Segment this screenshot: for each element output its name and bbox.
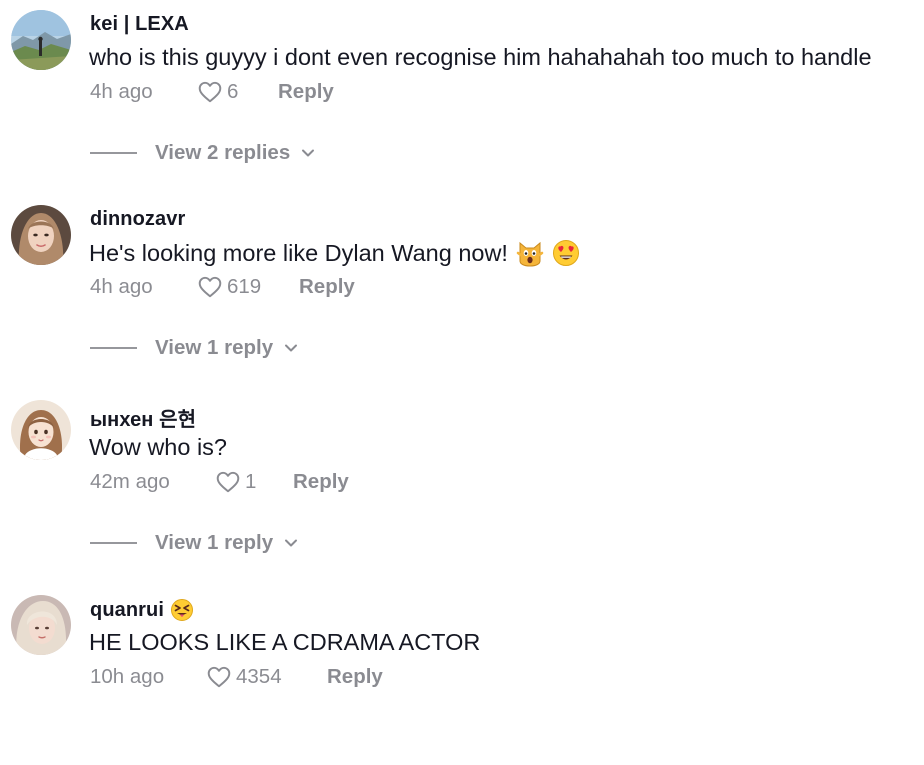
comment-username[interactable]: kei | LEXA <box>90 13 189 36</box>
woman-portrait-avatar[interactable] <box>11 205 71 265</box>
chevron-down-icon <box>285 539 298 547</box>
blonde-person-avatar[interactable] <box>11 595 71 655</box>
heart-icon <box>198 276 222 298</box>
view-replies-button[interactable]: View 2 replies <box>90 140 316 166</box>
like-button[interactable]: 4354 <box>206 664 282 690</box>
reply-button[interactable]: Reply <box>293 470 349 494</box>
view-replies-button[interactable]: View 1 reply <box>90 335 299 361</box>
like-count: 4354 <box>236 665 282 688</box>
comment-text: Wow who is? <box>89 434 227 461</box>
reply-button[interactable]: Reply <box>327 665 383 689</box>
comment-username[interactable]: dinnozavr <box>90 208 185 231</box>
comment-username[interactable]: ынхен 은현 <box>90 403 196 432</box>
heart-icon <box>216 471 240 493</box>
like-count: 619 <box>227 275 262 298</box>
heart-eyes-emoji <box>552 240 579 266</box>
comment-body: Wow who is? <box>89 434 228 460</box>
reply-button[interactable]: Reply <box>278 80 334 104</box>
divider-line <box>90 542 137 544</box>
heart-icon <box>198 81 222 103</box>
comment-text: HE LOOKS LIKE A CDRAMA ACTOR <box>89 629 480 656</box>
view-replies-label: View 1 reply <box>155 531 274 554</box>
view-replies-label: View 1 reply <box>155 336 274 359</box>
like-count: 1 <box>245 470 257 493</box>
comment-username[interactable]: quanrui <box>90 598 194 622</box>
heart-icon <box>207 666 231 688</box>
like-button[interactable]: 619 <box>197 274 261 300</box>
like-count: 6 <box>227 80 239 103</box>
scream-cat-emoji <box>516 241 544 267</box>
like-button[interactable]: 1 <box>215 469 256 495</box>
comment-text: He's looking more like Dylan Wang now! <box>89 239 580 267</box>
comment-item: quanrui HE LOOKS LIKE A CDRAMA ACTOR 10h… <box>0 585 924 765</box>
comment-text: who is this guyyy i dont even recognise … <box>89 44 872 71</box>
comment-time: 4h ago <box>90 80 153 103</box>
divider-line <box>90 152 137 154</box>
chevron-down-icon <box>302 149 315 157</box>
username-text[interactable]: quanrui <box>90 599 164 622</box>
view-replies-button[interactable]: View 1 reply <box>90 530 299 556</box>
comment-item: ынхен 은현 Wow who is? 42m ago 1 Reply Vie… <box>0 390 924 570</box>
divider-line <box>90 347 137 349</box>
comment-time: 42m ago <box>90 470 170 493</box>
chevron-down-icon <box>285 344 298 352</box>
mountain-landscape-avatar[interactable] <box>11 10 71 70</box>
username-text[interactable]: dinnozavr <box>90 208 185 231</box>
illustrated-girl-avatar[interactable] <box>11 400 71 460</box>
comment-time: 10h ago <box>90 665 165 688</box>
username-text[interactable]: ынхен 은현 <box>90 403 196 432</box>
comment-item: kei | LEXA who is this guyyy i dont even… <box>0 0 924 180</box>
like-button[interactable]: 6 <box>197 79 238 105</box>
reply-button[interactable]: Reply <box>299 275 355 299</box>
comment-time: 4h ago <box>90 275 153 298</box>
comment-body: He's looking more like Dylan Wang now! <box>89 239 508 266</box>
comment-body: HE LOOKS LIKE A CDRAMA ACTOR <box>89 629 481 655</box>
squinting-tongue-emoji <box>171 599 194 621</box>
comment-item: dinnozavr He's looking more like Dylan W… <box>0 195 924 375</box>
username-text[interactable]: kei | LEXA <box>90 13 189 36</box>
comment-body: who is this guyyy i dont even recognise … <box>89 44 872 70</box>
view-replies-label: View 2 replies <box>155 141 291 164</box>
